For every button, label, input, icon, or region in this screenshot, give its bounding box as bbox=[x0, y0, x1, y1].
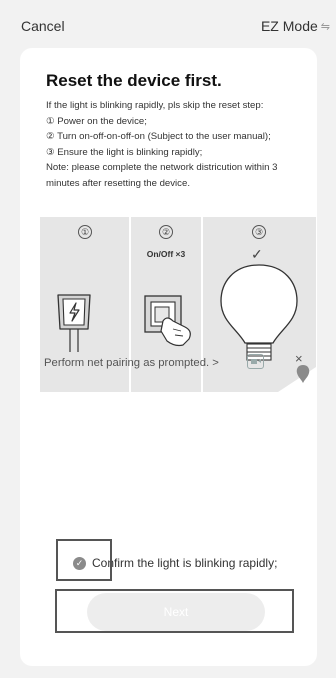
checkbox-highlight-box bbox=[56, 539, 112, 581]
wrong-mark-icon: × bbox=[295, 351, 303, 366]
next-button[interactable]: Next bbox=[87, 593, 265, 631]
swap-icon: ⇋ bbox=[320, 20, 330, 33]
ez-mode-label: EZ Mode bbox=[260, 18, 318, 34]
instruction-line: If the light is blinking rapidly, pls sk… bbox=[46, 100, 264, 111]
instruction-line: ③ Ensure the light is blinking rapidly; bbox=[46, 146, 203, 158]
instructions-text: If the light is blinking rapidly, pls sk… bbox=[46, 98, 308, 192]
top-bar: Cancel EZ Mode ⇋ bbox=[0, 0, 336, 50]
ez-mode-switch[interactable]: EZ Mode ⇋ bbox=[261, 18, 330, 34]
instruction-note: Note: please complete the network distri… bbox=[46, 162, 278, 189]
pairing-link[interactable]: Perform net pairing as prompted. > bbox=[44, 357, 219, 369]
video-icon[interactable] bbox=[247, 354, 264, 369]
page-title: Reset the device first. bbox=[46, 71, 222, 90]
cancel-button[interactable]: Cancel bbox=[21, 18, 65, 34]
instruction-line: ② Turn on-off-on-off-on (Subject to the … bbox=[46, 131, 271, 143]
instruction-line: ① Power on the device; bbox=[46, 115, 147, 127]
confirm-label: Confirm the light is blinking rapidly; bbox=[92, 556, 278, 570]
